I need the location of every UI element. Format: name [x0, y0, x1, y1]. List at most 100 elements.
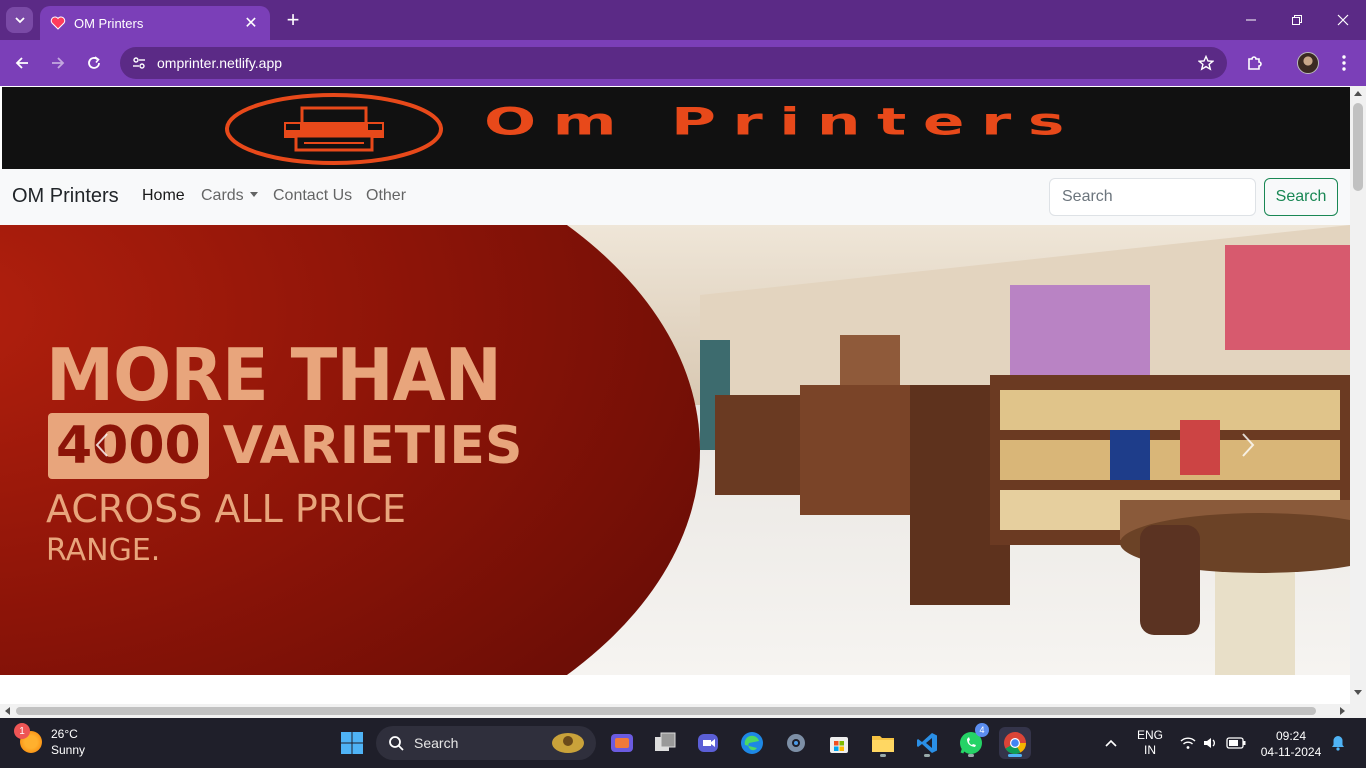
meet-app-icon[interactable]: [692, 727, 724, 759]
site-navbar: OM Printers Home Cards Contact Us Other …: [0, 169, 1350, 225]
store-app-icon[interactable]: [823, 727, 855, 759]
page-viewport: Om Printers OM Printers Home Cards Conta…: [0, 86, 1350, 704]
horizontal-scroll-thumb[interactable]: [16, 707, 1316, 715]
close-icon: [1337, 14, 1349, 26]
scroll-left-icon[interactable]: [5, 707, 10, 715]
banner-title: Om Printers: [484, 100, 1081, 144]
whatsapp-unread-badge: 4: [975, 723, 989, 737]
windows-logo-icon: [341, 732, 363, 754]
printer-logo-icon: [225, 93, 443, 165]
new-tab-button[interactable]: +: [282, 7, 304, 32]
minimize-button[interactable]: [1228, 0, 1274, 40]
file-explorer-icon[interactable]: [867, 727, 899, 759]
start-button[interactable]: [336, 727, 368, 759]
minimize-icon: [1246, 19, 1256, 21]
nav-contact-us[interactable]: Contact Us: [273, 187, 352, 205]
clock-time: 09:24: [1275, 729, 1307, 743]
volume-icon[interactable]: [1200, 718, 1220, 768]
puzzle-icon: [1248, 56, 1262, 70]
taskbar-search-box[interactable]: Search: [376, 726, 596, 760]
weather-temperature: 26°C: [51, 727, 78, 741]
region-code: IN: [1144, 743, 1156, 757]
hero-number-badge: 4000: [48, 413, 209, 479]
taskbar-search-label: Search: [414, 735, 459, 751]
search-icon: [389, 736, 404, 751]
browser-toolbar: omprinter.netlify.app: [0, 40, 1366, 86]
active-indicator: [1008, 754, 1022, 757]
hero-headline-line3: ACROSS ALL PRICE: [46, 487, 406, 531]
site-info-icon[interactable]: [124, 48, 154, 78]
running-indicator: [880, 754, 886, 757]
header-banner: Om Printers: [2, 87, 1350, 169]
wifi-icon[interactable]: [1178, 718, 1198, 768]
address-bar[interactable]: omprinter.netlify.app: [120, 47, 1227, 79]
chevron-right-icon: [1242, 433, 1255, 457]
hero-headline-line4: RANGE.: [46, 533, 161, 568]
chrome-icon[interactable]: [999, 727, 1031, 759]
browser-tab[interactable]: OM Printers ✕: [40, 6, 270, 40]
avatar: [1297, 52, 1319, 74]
nav-home[interactable]: Home: [142, 187, 185, 205]
tab-title: OM Printers: [74, 15, 144, 31]
vertical-scrollbar[interactable]: [1350, 86, 1366, 704]
carousel-prev-button[interactable]: [92, 430, 112, 460]
nav-cards-dropdown[interactable]: Cards: [201, 187, 258, 205]
clock-date: 04-11-2024: [1260, 745, 1322, 759]
settings-gear-icon[interactable]: [780, 727, 812, 759]
chevron-left-icon: [95, 433, 108, 457]
url-text: omprinter.netlify.app: [157, 55, 283, 71]
system-clock[interactable]: 09:24 04-11-2024: [1258, 728, 1324, 760]
site-search-button[interactable]: Search: [1264, 178, 1338, 216]
language-code: ENG: [1136, 728, 1163, 742]
extensions-button[interactable]: [1243, 51, 1267, 75]
restore-icon: [1292, 15, 1302, 25]
back-arrow-icon: [15, 57, 28, 69]
task-view-icon[interactable]: [649, 727, 681, 759]
forward-button[interactable]: [46, 51, 70, 75]
scroll-down-icon[interactable]: [1354, 690, 1362, 695]
menu-button[interactable]: [1332, 51, 1356, 75]
horizontal-scrollbar[interactable]: [0, 704, 1366, 718]
bookmark-star-icon[interactable]: [1191, 48, 1221, 78]
hero-headline-line1: MORE THAN: [46, 333, 502, 417]
notification-bell-icon[interactable]: [1328, 718, 1348, 768]
edge-browser-icon[interactable]: [736, 727, 768, 759]
scroll-up-icon[interactable]: [1354, 91, 1362, 96]
hero-varieties-text: VARIETIES: [222, 416, 523, 476]
hero-headline-line2: 4000 VARIETIES: [46, 413, 522, 479]
profile-button[interactable]: [1296, 51, 1320, 75]
navbar-brand[interactable]: OM Printers: [12, 185, 119, 208]
running-indicator: [924, 754, 930, 757]
forward-arrow-icon: [52, 57, 65, 69]
language-indicator[interactable]: ENG IN: [1132, 718, 1168, 768]
weather-description: Sunny: [51, 743, 86, 757]
vscode-icon[interactable]: [911, 727, 943, 759]
close-tab-icon[interactable]: ✕: [242, 14, 260, 32]
copilot-app-icon[interactable]: [606, 727, 638, 759]
hero-carousel: MORE THAN 4000 VARIETIES ACROSS ALL PRIC…: [0, 225, 1350, 675]
whatsapp-icon[interactable]: 4: [955, 723, 989, 759]
weather-notification-badge: 1: [14, 723, 30, 739]
site-search-input[interactable]: [1049, 178, 1256, 216]
kebab-menu-icon: [1342, 55, 1346, 71]
sun-icon: 1: [14, 723, 42, 753]
show-hidden-icons-button[interactable]: [1100, 718, 1122, 768]
chevron-down-icon: [14, 17, 25, 24]
battery-icon[interactable]: [1224, 718, 1248, 768]
tab-search-button[interactable]: [6, 7, 33, 33]
search-highlight-icon: [552, 733, 584, 753]
vertical-scroll-thumb[interactable]: [1353, 103, 1363, 191]
nav-cards-label: Cards: [201, 187, 244, 204]
restore-button[interactable]: [1274, 0, 1320, 40]
scroll-right-icon[interactable]: [1340, 707, 1345, 715]
tab-strip: OM Printers ✕ +: [0, 0, 1366, 40]
back-button[interactable]: [10, 51, 34, 75]
windows-taskbar: 1 26°C Sunny Search 4 ENG IN 09:24 04-11…: [0, 718, 1366, 768]
reload-button[interactable]: [82, 51, 106, 75]
weather-widget[interactable]: 1 26°C Sunny: [14, 723, 86, 758]
carousel-next-button[interactable]: [1238, 430, 1258, 460]
caret-down-icon: [249, 192, 258, 197]
running-indicator: [968, 754, 974, 757]
nav-other[interactable]: Other: [366, 187, 406, 205]
close-window-button[interactable]: [1320, 0, 1366, 40]
